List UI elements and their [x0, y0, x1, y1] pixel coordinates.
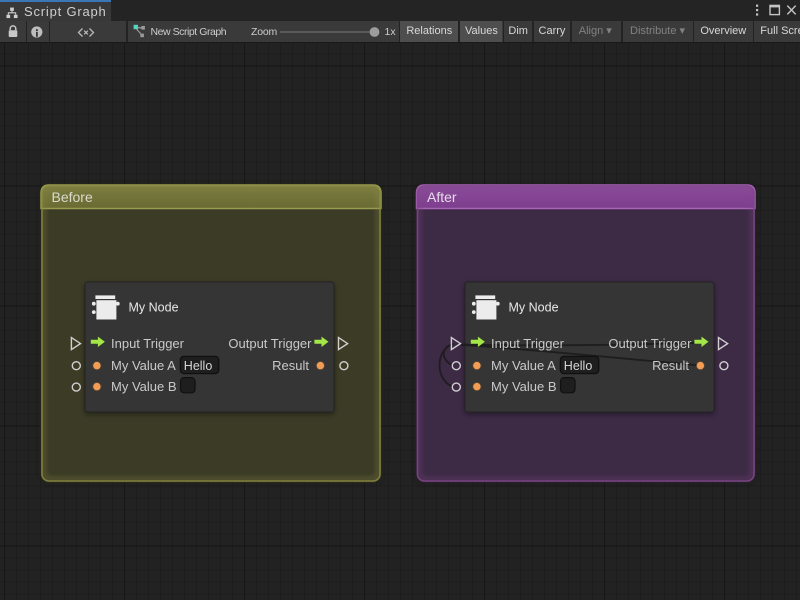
svg-text:Hello: Hello — [184, 359, 213, 373]
svg-text:After: After — [427, 189, 457, 205]
svg-text:My Node: My Node — [509, 301, 559, 315]
svg-text:Before: Before — [52, 189, 93, 205]
svg-text:Hello: Hello — [564, 359, 593, 373]
svg-text:My Value B: My Value B — [111, 379, 177, 394]
svg-text:Input Trigger: Input Trigger — [491, 336, 565, 351]
svg-text:Output Trigger: Output Trigger — [228, 336, 312, 351]
svg-text:My Value A: My Value A — [491, 358, 556, 373]
svg-text:Result: Result — [272, 358, 309, 373]
svg-text:Result: Result — [652, 358, 689, 373]
svg-text:My Node: My Node — [129, 301, 179, 315]
svg-text:Input Trigger: Input Trigger — [111, 336, 185, 351]
svg-text:My Value A: My Value A — [111, 358, 176, 373]
svg-text:My Value B: My Value B — [491, 379, 557, 394]
svg-text:Output Trigger: Output Trigger — [608, 336, 692, 351]
